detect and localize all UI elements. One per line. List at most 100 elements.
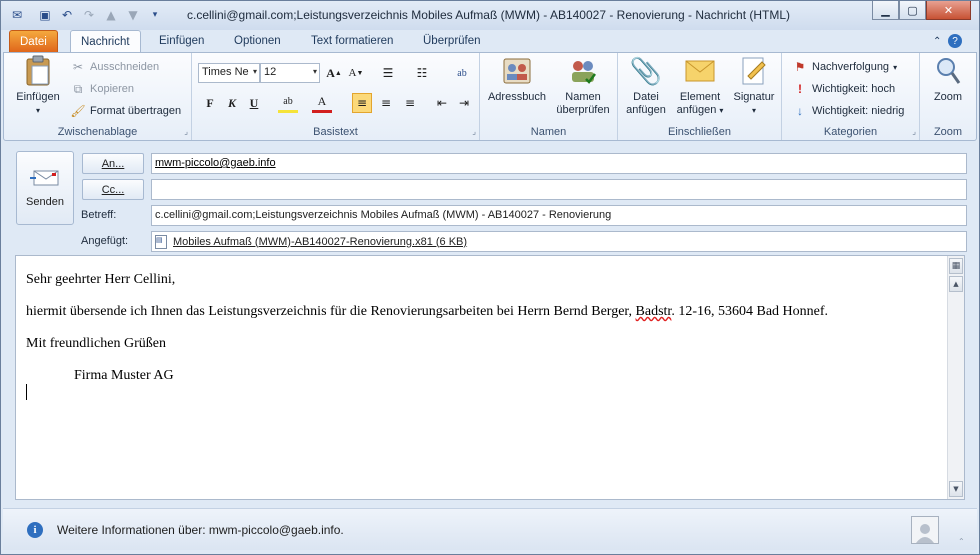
high-importance-button[interactable]: ! Wichtigkeit: hoch xyxy=(792,81,895,97)
help-icon[interactable]: ? xyxy=(945,30,965,52)
info-text: Weitere Informationen über: mwm-piccolo@… xyxy=(57,523,344,537)
group-zwischenablage: Einfügen ▾ ✂ Ausschneiden ⧉ Kopieren 🖌 F… xyxy=(4,53,192,140)
expand-icon[interactable]: ⌃ xyxy=(958,537,965,546)
tab-ueberpruefen[interactable]: Überprüfen xyxy=(413,30,491,52)
paperclip-icon: 📎 xyxy=(629,55,663,86)
recipient-token[interactable]: mwm-piccolo@gaeb.info xyxy=(155,157,276,169)
to-field[interactable]: mwm-piccolo@gaeb.info xyxy=(151,153,967,174)
body-paragraph: hiermit übersende ich Ihnen das Leistung… xyxy=(26,304,828,320)
message-body[interactable]: Sehr geehrter Herr Cellini, hiermit über… xyxy=(15,255,965,500)
copy-button[interactable]: ⧉ Kopieren xyxy=(70,81,134,97)
font-size-value: 12 xyxy=(264,66,277,78)
outlook-message-window: ✉ ▣ ↶ ↷ ▲ ▼ ▾ c.cellini@gmail.com;Leistu… xyxy=(0,0,980,555)
copy-label: Kopieren xyxy=(90,83,135,95)
send-button[interactable]: Senden xyxy=(16,151,74,225)
cut-button[interactable]: ✂ Ausschneiden xyxy=(70,59,159,75)
close-button[interactable]: ✕ xyxy=(926,1,971,20)
group-label-kategorien: Kategorien xyxy=(823,126,878,138)
tab-text-formatieren[interactable]: Text formatieren xyxy=(301,30,403,52)
font-size-combo[interactable]: 12 ▾ xyxy=(260,63,320,83)
align-left-icon[interactable]: ≡ xyxy=(352,93,372,113)
scissors-icon: ✂ xyxy=(72,60,84,74)
grow-font-icon[interactable]: A ▲ xyxy=(324,63,344,83)
magnifier-icon xyxy=(932,55,964,87)
check-names-button[interactable]: Namen überprüfen xyxy=(552,55,614,117)
shrink-font-icon[interactable]: A ▼ xyxy=(346,63,366,83)
format-painter-button[interactable]: 🖌 Format übertragen xyxy=(70,103,181,119)
cut-label: Ausschneiden xyxy=(90,61,160,73)
signature-button[interactable]: Signatur ▾ xyxy=(730,55,778,117)
font-color-icon[interactable]: A xyxy=(312,93,332,113)
styles-icon[interactable]: ab xyxy=(452,63,472,83)
message-header: Senden An... mwm-piccolo@gaeb.info Cc...… xyxy=(3,143,977,253)
subject-field[interactable]: c.cellini@gmail.com;Leistungsverzeichnis… xyxy=(151,205,967,226)
ribbon: Einfügen ▾ ✂ Ausschneiden ⧉ Kopieren 🖌 F… xyxy=(3,52,977,141)
flag-icon: ⚑ xyxy=(794,60,806,74)
cc-field[interactable] xyxy=(151,179,967,200)
avatar[interactable] xyxy=(911,516,939,544)
format-painter-label: Format übertragen xyxy=(90,105,182,117)
vertical-scrollbar[interactable]: ▦ ▲ ▼ xyxy=(947,256,964,499)
font-name-combo[interactable]: Times Ne ▾ xyxy=(198,63,260,83)
decrease-indent-icon[interactable]: ⇤ xyxy=(432,93,452,113)
dialog-launcher-icon[interactable]: ⌟ xyxy=(184,127,188,136)
zoom-button[interactable]: Zoom xyxy=(926,55,970,104)
scroll-down-icon[interactable]: ▼ xyxy=(949,481,963,497)
up-icon[interactable]: ▲ xyxy=(103,7,119,23)
ruler-toggle-icon[interactable]: ▦ xyxy=(949,258,963,274)
group-label-basistext: Basistext xyxy=(313,126,358,138)
follow-up-button[interactable]: ⚑ Nachverfolgung ▾ xyxy=(792,59,897,75)
follow-up-label: Nachverfolgung xyxy=(812,61,890,73)
underline-button[interactable]: U xyxy=(244,93,264,113)
ribbon-tabs: Datei Nachricht Einfügen Optionen Text f… xyxy=(1,30,979,52)
attachment-link[interactable]: Mobiles Aufmaß (MWM)-AB140027-Renovierun… xyxy=(173,236,467,248)
body-signature: Firma Muster AG xyxy=(74,368,174,383)
highlight-icon[interactable]: ab xyxy=(278,93,298,113)
increase-indent-icon[interactable]: ⇥ xyxy=(454,93,474,113)
paste-label: Einfügen xyxy=(16,91,60,103)
numbering-icon[interactable]: ☷ xyxy=(412,63,432,83)
save-icon[interactable]: ▣ xyxy=(37,7,53,23)
high-importance-label: Wichtigkeit: hoch xyxy=(812,83,896,95)
bullets-icon[interactable]: ☰ xyxy=(378,63,398,83)
dialog-launcher-icon[interactable]: ⌟ xyxy=(912,127,916,136)
scroll-up-icon[interactable]: ▲ xyxy=(949,276,963,292)
font-name-value: Times Ne xyxy=(202,66,249,78)
tab-einfuegen[interactable]: Einfügen xyxy=(149,30,214,52)
body-text-segment: . 12-16, 53604 Bad Honnef. xyxy=(671,304,829,319)
down-icon[interactable]: ▼ xyxy=(125,7,141,23)
tab-nachricht[interactable]: Nachricht xyxy=(70,30,141,52)
address-book-button[interactable]: Adressbuch xyxy=(486,55,548,104)
subject-label: Betreff: xyxy=(81,209,117,221)
italic-button[interactable]: K xyxy=(222,93,242,113)
paste-button[interactable]: Einfügen ▾ xyxy=(12,55,64,117)
attached-label: Angefügt: xyxy=(81,235,129,247)
bold-button[interactable]: F xyxy=(200,93,220,113)
attach-item-button[interactable]: Element anfügen ▾ xyxy=(674,55,726,117)
cc-button[interactable]: Cc... xyxy=(82,179,144,200)
spellcheck-word: Badstr xyxy=(635,304,672,319)
group-label-zoom: Zoom xyxy=(933,126,963,138)
attach-item-label-2: anfügen xyxy=(676,104,717,116)
low-importance-button[interactable]: ↓ Wichtigkeit: niedrig xyxy=(792,103,904,119)
group-basistext: Times Ne ▾ 12 ▾ A ▲ A ▼ ☰ ☷ ab F K U ab A ≡ … xyxy=(192,53,480,140)
group-label-einschliessen: Einschließen xyxy=(668,126,731,138)
to-button[interactable]: An... xyxy=(82,153,144,174)
minimize-button[interactable]: ▁ xyxy=(872,1,899,20)
group-label-namen: Namen xyxy=(530,126,567,138)
attach-file-button[interactable]: 📎 Datei anfügen xyxy=(622,55,670,117)
undo-icon[interactable]: ↶ xyxy=(59,7,75,23)
customize-icon[interactable]: ▾ xyxy=(147,7,163,23)
outlook-icon[interactable]: ✉ xyxy=(9,7,25,23)
check-names-icon xyxy=(567,55,599,87)
redo-icon[interactable]: ↷ xyxy=(81,7,97,23)
tab-datei[interactable]: Datei xyxy=(9,30,58,52)
maximize-button[interactable]: ▢ xyxy=(899,1,926,20)
align-right-icon[interactable]: ≡ xyxy=(400,93,420,113)
align-center-icon[interactable]: ≡ xyxy=(376,93,396,113)
copy-icon: ⧉ xyxy=(73,81,83,96)
body-text-segment: hiermit übersende ich Ihnen das Leistung… xyxy=(26,304,636,319)
body-closing: Mit freundlichen Grüßen xyxy=(26,336,166,351)
tab-optionen[interactable]: Optionen xyxy=(224,30,291,52)
dialog-launcher-icon[interactable]: ⌟ xyxy=(472,127,476,136)
